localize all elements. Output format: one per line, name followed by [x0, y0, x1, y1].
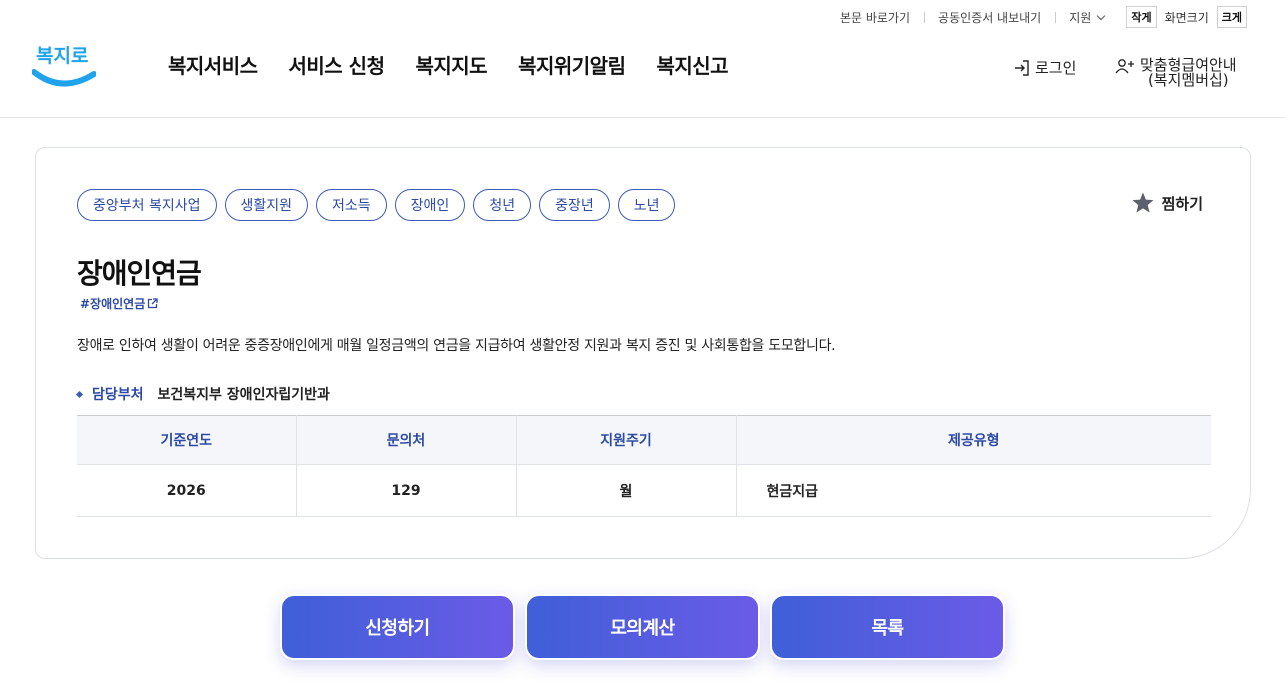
- membership-guide-link[interactable]: 맞춤형급여안내 (복지멤버십): [1115, 58, 1237, 88]
- hashtag-label: #장애인연금: [80, 297, 146, 311]
- tag-disabled[interactable]: 장애인: [394, 189, 466, 221]
- cell-contact: 129: [296, 464, 517, 517]
- simulate-button[interactable]: 모의계산: [525, 594, 760, 660]
- hashtag-link[interactable]: #장애인연금: [80, 295, 158, 312]
- user-add-icon: [1115, 59, 1134, 74]
- category-tags: 중앙부처 복지사업 생활지원 저소득 장애인 청년 중장년 노년: [77, 189, 676, 221]
- apply-button[interactable]: 신청하기: [280, 594, 515, 660]
- list-button[interactable]: 목록: [770, 594, 1005, 660]
- skip-to-content-link[interactable]: 본문 바로가기: [826, 9, 924, 26]
- table-row: 2026 129 월 현금지급: [77, 464, 1211, 517]
- nav-welfare-service[interactable]: 복지서비스: [168, 50, 258, 79]
- chevron-down-icon: [1097, 11, 1106, 20]
- nav-service-apply[interactable]: 서비스 신청: [289, 50, 385, 79]
- support-label: 지원: [1069, 10, 1092, 25]
- bokjiro-logo[interactable]: 복지로: [32, 36, 96, 90]
- export-certificate-link[interactable]: 공동인증서 내보내기: [924, 9, 1055, 26]
- font-size-label: 화면크기: [1164, 10, 1209, 25]
- font-small-button[interactable]: 작게: [1126, 6, 1157, 28]
- utility-bar: 본문 바로가기 공동인증서 내보내기 지원 작게 화면크기 크게: [826, 6, 1247, 28]
- action-buttons: 신청하기 모의계산 목록: [280, 594, 1005, 660]
- cell-base-year: 2026: [77, 464, 297, 517]
- tag-elderly[interactable]: 노년: [617, 189, 676, 221]
- tag-living-support[interactable]: 생활지원: [224, 189, 309, 221]
- external-link-icon: [148, 298, 158, 309]
- bookmark-button[interactable]: 찜하기: [1130, 191, 1203, 215]
- department-row: 담당부처 보건복지부 장애인자립기반과: [75, 384, 330, 404]
- main-navigation: 복지서비스 서비스 신청 복지지도 복지위기알림 복지신고: [168, 50, 729, 79]
- department-value: 보건복지부 장애인자립기반과: [157, 387, 330, 403]
- nav-welfare-map[interactable]: 복지지도: [415, 50, 487, 79]
- logo-text: 복지로: [36, 45, 88, 67]
- header-support-cycle: 지원주기: [516, 415, 737, 465]
- cell-provision-type: 현금지급: [736, 464, 1211, 517]
- tag-middle-aged[interactable]: 중장년: [539, 189, 610, 221]
- service-info-table: 기준연도 문의처 지원주기 제공유형 2026 129 월 현금지급: [77, 415, 1211, 517]
- header-base-year: 기준연도: [77, 415, 297, 465]
- tag-low-income[interactable]: 저소득: [316, 189, 387, 221]
- font-large-button[interactable]: 크게: [1216, 6, 1247, 28]
- header-contact: 문의처: [296, 415, 517, 465]
- cell-support-cycle: 월: [516, 464, 737, 517]
- tag-youth[interactable]: 청년: [473, 189, 532, 221]
- nav-welfare-report[interactable]: 복지신고: [656, 50, 728, 79]
- star-icon: [1132, 192, 1154, 213]
- service-title: 장애인연금: [77, 257, 202, 290]
- service-description: 장애로 인하여 생활이 어려운 중증장애인에게 매월 일정금액의 연금을 지급하…: [77, 338, 836, 354]
- support-dropdown[interactable]: 지원: [1055, 9, 1118, 26]
- membership-line2: (복지멤버십): [1147, 71, 1229, 89]
- service-detail-card: 중앙부처 복지사업 생활지원 저소득 장애인 청년 중장년 노년 찜하기 장애인…: [35, 147, 1251, 559]
- department-label: 담당부처: [92, 387, 144, 403]
- nav-welfare-crisis-alert[interactable]: 복지위기알림: [518, 50, 626, 79]
- table-header-row: 기준연도 문의처 지원주기 제공유형: [77, 415, 1211, 465]
- header-provision-type: 제공유형: [736, 415, 1211, 465]
- logo-smile-icon: [32, 69, 96, 87]
- login-link[interactable]: 로그인: [1013, 57, 1076, 78]
- login-label: 로그인: [1035, 59, 1077, 77]
- diamond-bullet-icon: [75, 390, 84, 398]
- site-header: 본문 바로가기 공동인증서 내보내기 지원 작게 화면크기 크게 복지로 복지서…: [0, 0, 1285, 118]
- bookmark-label: 찜하기: [1161, 194, 1203, 213]
- login-icon: [1015, 59, 1029, 76]
- tag-central-welfare[interactable]: 중앙부처 복지사업: [77, 189, 217, 221]
